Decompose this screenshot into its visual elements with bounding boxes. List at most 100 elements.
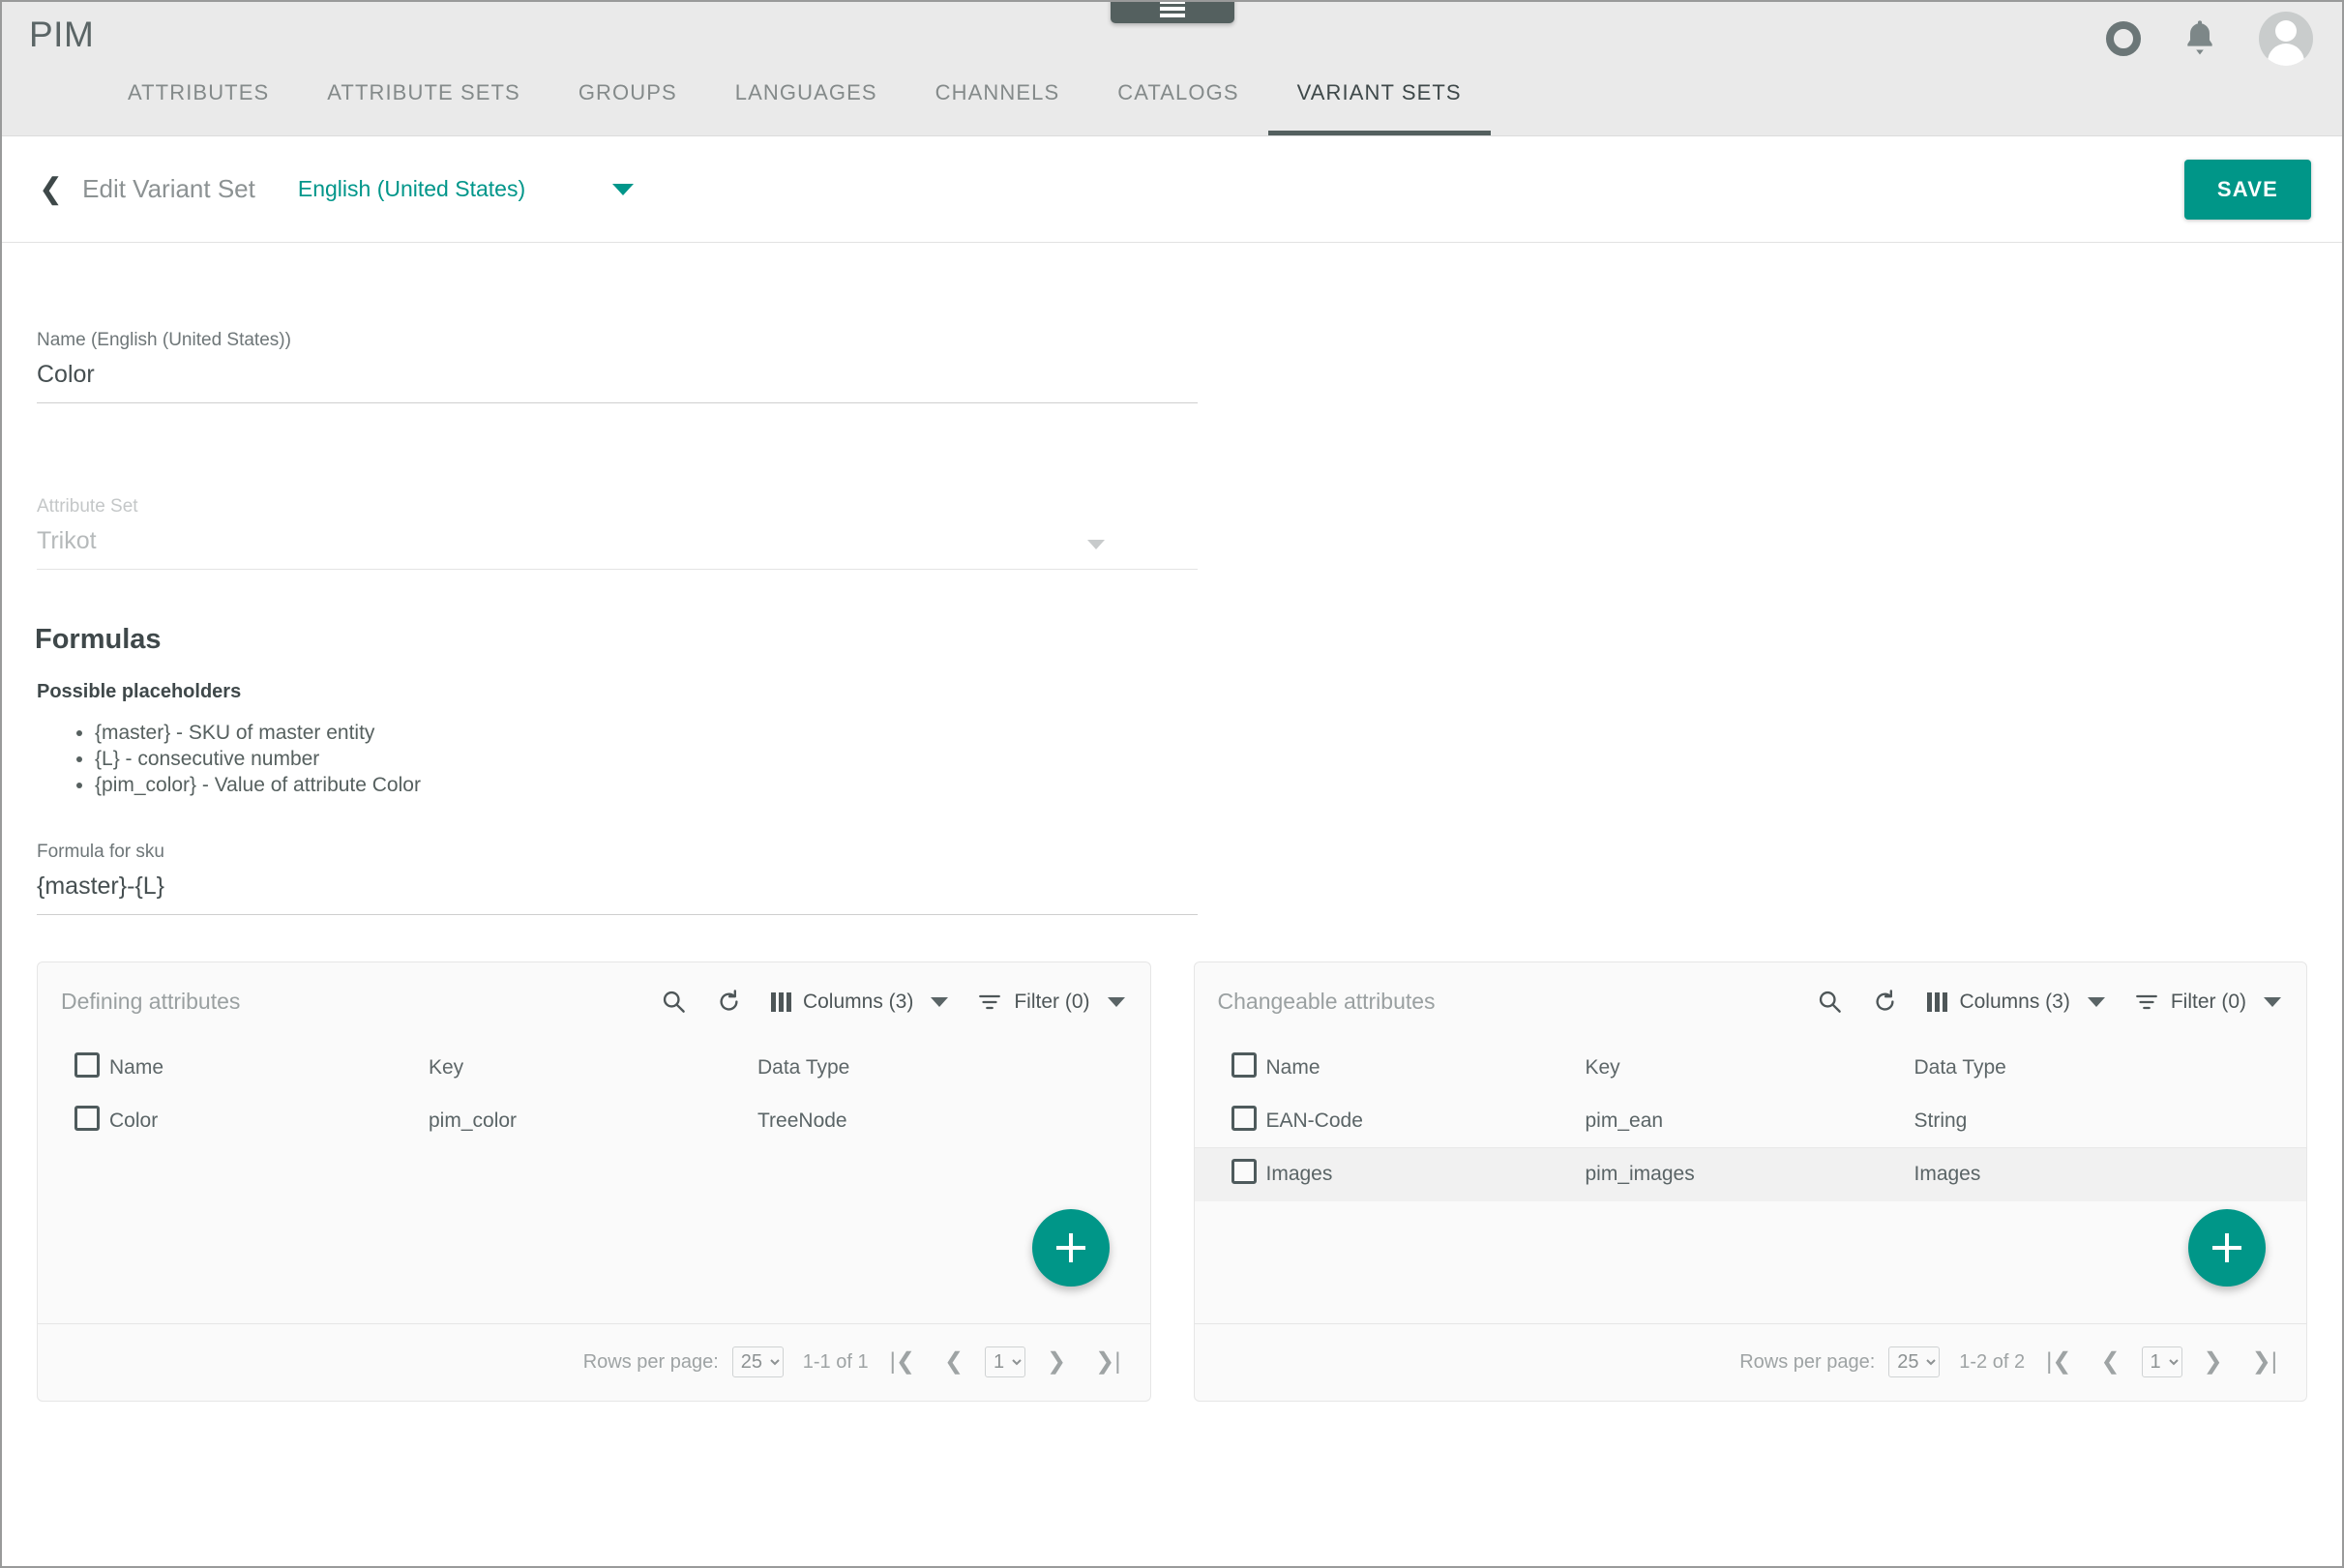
filter-menu-button[interactable]: Filter (0) <box>2134 990 2281 1015</box>
attribute-set-field-label: Attribute Set <box>37 496 138 517</box>
main-navigation-tabs: ATTRIBUTES ATTRIBUTE SETS GROUPS LANGUAG… <box>2 60 1491 135</box>
filter-menu-label: Filter (0) <box>1014 990 1090 1013</box>
select-all-cell <box>38 1042 109 1095</box>
column-header-name[interactable]: Name <box>1266 1042 1586 1095</box>
refresh-icon[interactable] <box>1872 989 1898 1015</box>
first-page-icon[interactable]: |❮ <box>882 1350 923 1374</box>
tab-catalogs[interactable]: CATALOGS <box>1088 80 1267 135</box>
formula-for-sku-field[interactable]: Formula for sku {master}-{L} <box>37 814 1198 915</box>
tab-attribute-sets[interactable]: ATTRIBUTE SETS <box>298 80 549 135</box>
column-header-data-type[interactable]: Data Type <box>1914 1042 2307 1095</box>
name-field[interactable]: Name (English (United States)) Color <box>37 303 1198 403</box>
filter-menu-button[interactable]: Filter (0) <box>977 990 1125 1015</box>
back-chevron-icon[interactable]: ❮ <box>39 174 63 204</box>
changeable-attributes-panel: Changeable attributes Columns (3) Filter… <box>1193 961 2307 1402</box>
chevron-down-icon <box>931 996 949 1007</box>
search-icon[interactable] <box>661 989 687 1015</box>
defining-attributes-panel: Defining attributes Columns (3) Filter (… <box>37 961 1151 1402</box>
hamburger-menu-icon[interactable] <box>1110 2 1234 23</box>
search-icon[interactable] <box>1817 989 1843 1015</box>
column-header-key[interactable]: Key <box>1586 1042 1914 1095</box>
column-header-data-type[interactable]: Data Type <box>757 1042 1150 1095</box>
chevron-down-icon <box>1107 996 1125 1007</box>
chevron-down-icon <box>1087 540 1105 549</box>
select-all-checkbox[interactable] <box>1231 1052 1257 1079</box>
page-number-select[interactable]: 1 <box>2141 1346 2182 1378</box>
notification-bell-icon[interactable] <box>2181 18 2218 59</box>
page-sub-header: ❮ Edit Variant Set English (United State… <box>2 136 2342 243</box>
table-row[interactable]: EAN-Code pim_ean String <box>1195 1095 2307 1148</box>
last-page-icon[interactable]: ❯| <box>1087 1350 1128 1374</box>
filter-icon <box>979 994 1001 1009</box>
appbar-actions <box>2106 12 2313 66</box>
defining-attributes-pagination: Rows per page: 25 1-1 of 1 |❮ ❮ 1 ❯ ❯| <box>38 1322 1150 1401</box>
name-field-value: Color <box>37 361 95 388</box>
changeable-attributes-grid: Name Key Data Type EAN-Code pim_ean Stri… <box>1194 1042 2307 1323</box>
next-page-icon[interactable]: ❯ <box>2196 1350 2231 1374</box>
row-checkbox[interactable] <box>1231 1105 1257 1131</box>
page-title: Edit Variant Set <box>82 174 255 203</box>
refresh-icon[interactable] <box>716 989 742 1015</box>
add-defining-attribute-button[interactable] <box>1031 1208 1110 1287</box>
tab-channels[interactable]: CHANNELS <box>906 80 1089 135</box>
add-changeable-attribute-button[interactable] <box>2188 1208 2266 1287</box>
rows-per-page-select[interactable]: 25 <box>1888 1346 1941 1378</box>
page-number-select[interactable]: 1 <box>985 1346 1026 1378</box>
formulas-heading: Formulas <box>35 624 162 655</box>
cell-name: Color <box>109 1109 159 1133</box>
top-app-bar: PIM ATTRIBUTES ATTRIBUTE SETS GROUPS LAN… <box>2 2 2342 136</box>
cell-key: pim_images <box>1585 1163 1695 1186</box>
name-field-label: Name (English (United States)) <box>37 330 291 350</box>
table-row[interactable]: Images pim_images Images <box>1194 1147 2306 1201</box>
table-header-row: Name Key Data Type <box>1195 1042 2307 1095</box>
tab-groups[interactable]: GROUPS <box>549 80 706 135</box>
cell-data-type: String <box>1914 1109 1968 1132</box>
attribute-set-field: Attribute Set Trikot <box>37 469 1198 570</box>
cell-data-type: TreeNode <box>757 1109 847 1133</box>
select-all-checkbox[interactable] <box>74 1052 100 1079</box>
cell-name: EAN-Code <box>1265 1109 1363 1132</box>
next-page-icon[interactable]: ❯ <box>1039 1350 1074 1374</box>
save-button[interactable]: SAVE <box>2183 159 2311 220</box>
columns-icon <box>770 991 791 1012</box>
column-header-key[interactable]: Key <box>429 1042 757 1095</box>
last-page-icon[interactable]: ❯| <box>2244 1350 2285 1374</box>
row-select-cell <box>38 1095 109 1148</box>
column-header-name[interactable]: Name <box>109 1042 429 1095</box>
columns-menu-button[interactable]: Columns (3) <box>770 991 949 1014</box>
row-checkbox[interactable] <box>1231 1159 1257 1185</box>
user-avatar-icon[interactable] <box>2259 12 2313 66</box>
table-row[interactable]: Color pim_color TreeNode <box>38 1095 1150 1148</box>
columns-menu-label: Columns (3) <box>1959 990 2070 1013</box>
cell-key: pim_ean <box>1585 1109 1664 1132</box>
defining-attributes-toolbar: Defining attributes Columns (3) Filter (… <box>38 962 1150 1042</box>
formula-field-label: Formula for sku <box>37 841 164 862</box>
filter-icon <box>2135 994 2157 1009</box>
chevron-down-icon <box>612 183 635 195</box>
cell-data-type: Images <box>1914 1163 1981 1186</box>
tab-attributes[interactable]: ATTRIBUTES <box>99 80 298 135</box>
columns-menu-button[interactable]: Columns (3) <box>1927 990 2105 1014</box>
first-page-icon[interactable]: |❮ <box>2038 1350 2079 1374</box>
row-select-cell <box>1195 1148 1266 1201</box>
defining-attributes-grid: Name Key Data Type Color pim_color TreeN… <box>38 1042 1150 1323</box>
filter-menu-label: Filter (0) <box>2170 990 2246 1013</box>
tab-languages[interactable]: LANGUAGES <box>706 80 906 135</box>
row-checkbox[interactable] <box>74 1106 100 1132</box>
table-header-row: Name Key Data Type <box>38 1042 1150 1095</box>
rows-per-page-select[interactable]: 25 <box>731 1346 784 1378</box>
app-brand-title: PIM <box>29 15 95 54</box>
formula-field-value: {master}-{L} <box>37 872 165 900</box>
tab-variant-sets[interactable]: VARIANT SETS <box>1267 80 1491 135</box>
changeable-attributes-toolbar: Changeable attributes Columns (3) Filter… <box>1195 962 2307 1042</box>
previous-page-icon[interactable]: ❮ <box>2092 1350 2127 1374</box>
list-item: {master} - SKU of master entity <box>95 721 2342 747</box>
changeable-attributes-title: Changeable attributes <box>1217 989 1436 1015</box>
attribute-set-field-value: Trikot <box>37 527 97 554</box>
avatar-head <box>2275 20 2297 42</box>
cell-name: Images <box>1265 1163 1333 1186</box>
previous-page-icon[interactable]: ❮ <box>936 1350 971 1374</box>
circle-ring-icon[interactable] <box>2106 21 2141 56</box>
application-window: PIM ATTRIBUTES ATTRIBUTE SETS GROUPS LAN… <box>0 0 2344 1568</box>
language-selector[interactable]: English (United States) <box>298 176 635 202</box>
